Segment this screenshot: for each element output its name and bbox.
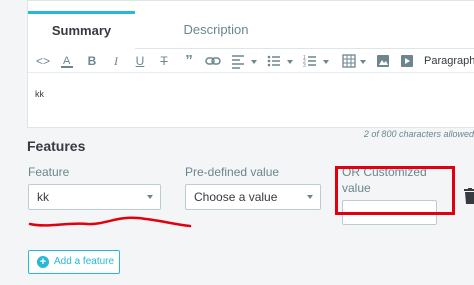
strikethrough-icon[interactable]: T — [158, 53, 170, 69]
predefined-value-select[interactable]: Choose a value — [185, 184, 321, 210]
code-icon[interactable]: <> — [36, 53, 50, 69]
align-icon[interactable] — [231, 53, 245, 69]
editor-tabs: Summary Description — [28, 11, 474, 49]
chevron-down-icon — [147, 195, 153, 199]
add-feature-label: Add a feature — [54, 256, 115, 267]
feature-select[interactable]: kk — [28, 184, 161, 210]
red-highlight-annotation — [335, 166, 455, 215]
link-icon[interactable] — [205, 53, 221, 69]
editor-toolbar: <> A B I U T ” 123 Paragraph — [28, 49, 474, 73]
plus-circle-icon: + — [37, 256, 49, 268]
table-chevron-down-icon[interactable] — [359, 53, 367, 69]
underline-icon[interactable]: U — [134, 53, 146, 69]
feature-label: Feature — [28, 165, 70, 179]
red-underline-annotation — [28, 216, 192, 228]
bullet-list-icon[interactable] — [267, 53, 281, 69]
bullet-list-chevron-down-icon[interactable] — [286, 53, 294, 69]
paragraph-format-select[interactable]: Paragraph — [424, 53, 474, 69]
align-dropdown-chevron-down-icon[interactable] — [250, 53, 258, 69]
svg-text:3: 3 — [303, 63, 306, 69]
predefined-value-label: Pre-defined value — [185, 165, 280, 179]
tab-description[interactable]: Description — [146, 11, 286, 49]
add-feature-button[interactable]: + Add a feature — [28, 250, 120, 274]
character-counter: 2 of 800 characters allowed — [363, 129, 474, 139]
image-icon[interactable] — [376, 53, 390, 69]
numbered-list-chevron-down-icon[interactable] — [322, 53, 330, 69]
video-icon[interactable] — [400, 53, 414, 69]
italic-icon[interactable]: I — [110, 53, 122, 69]
description-editor: Summary Description <> A B I U T ” 123 P… — [27, 0, 474, 128]
editor-content[interactable]: kk — [35, 89, 44, 99]
features-heading: Features — [27, 138, 86, 154]
feature-selected-value: kk — [37, 190, 49, 204]
bold-icon[interactable]: B — [86, 53, 98, 69]
text-color-icon[interactable]: A — [60, 53, 74, 69]
chevron-down-icon — [307, 195, 313, 199]
tab-summary[interactable]: Summary — [28, 11, 135, 49]
quote-icon[interactable]: ” — [182, 53, 196, 69]
predefined-selected-value: Choose a value — [194, 190, 278, 204]
svg-text:A: A — [63, 55, 71, 67]
table-icon[interactable] — [342, 53, 356, 69]
numbered-list-icon[interactable]: 123 — [303, 53, 317, 69]
trash-icon[interactable] — [464, 188, 474, 204]
